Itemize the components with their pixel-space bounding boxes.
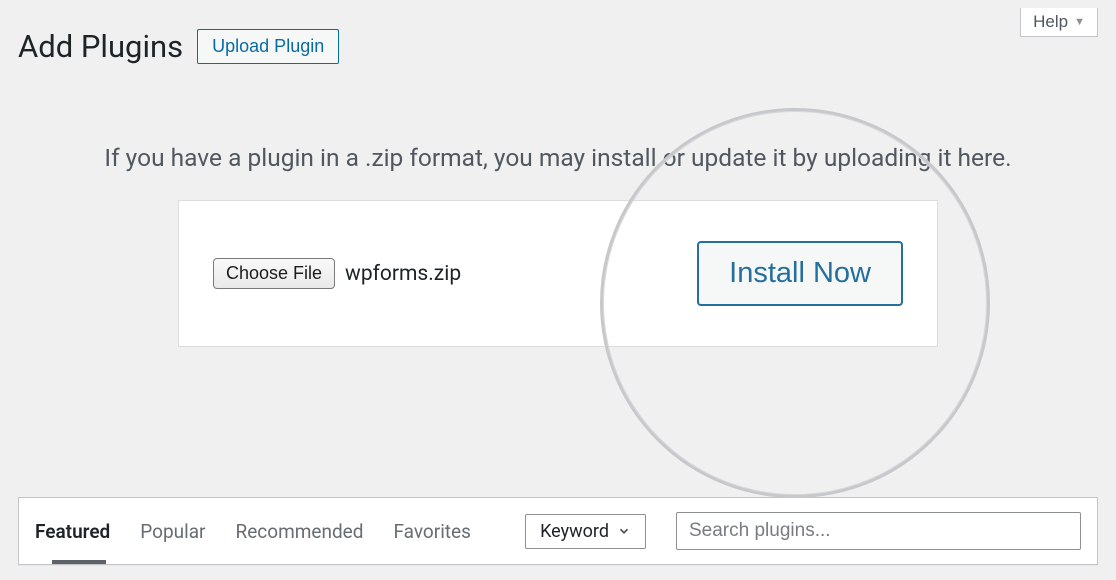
file-input-group: Choose File wpforms.zip xyxy=(213,258,461,289)
active-tab-underline xyxy=(52,560,106,564)
help-dropdown-button[interactable]: Help ▼ xyxy=(1020,8,1098,37)
chevron-down-icon xyxy=(617,524,631,538)
selected-filename: wpforms.zip xyxy=(345,262,461,286)
search-type-label: Keyword xyxy=(540,521,609,542)
tab-recommended[interactable]: Recommended xyxy=(236,520,364,543)
tab-popular[interactable]: Popular xyxy=(140,520,205,543)
tab-favorites[interactable]: Favorites xyxy=(393,520,470,543)
upload-plugin-button[interactable]: Upload Plugin xyxy=(197,29,339,64)
install-now-button[interactable]: Install Now xyxy=(697,241,903,306)
choose-file-button[interactable]: Choose File xyxy=(213,258,335,289)
chevron-down-icon: ▼ xyxy=(1074,16,1085,28)
help-label: Help xyxy=(1033,12,1068,32)
upload-panel: Choose File wpforms.zip Install Now xyxy=(178,200,938,347)
upload-instruction: If you have a plugin in a .zip format, y… xyxy=(40,143,1076,172)
page-title: Add Plugins xyxy=(18,28,183,65)
tab-featured[interactable]: Featured xyxy=(35,520,110,543)
page-header: Add Plugins Upload Plugin xyxy=(0,0,1116,65)
search-plugins-input[interactable] xyxy=(676,512,1081,550)
plugin-filter-bar: Featured Popular Recommended Favorites K… xyxy=(18,497,1098,565)
search-type-select[interactable]: Keyword xyxy=(525,514,646,549)
